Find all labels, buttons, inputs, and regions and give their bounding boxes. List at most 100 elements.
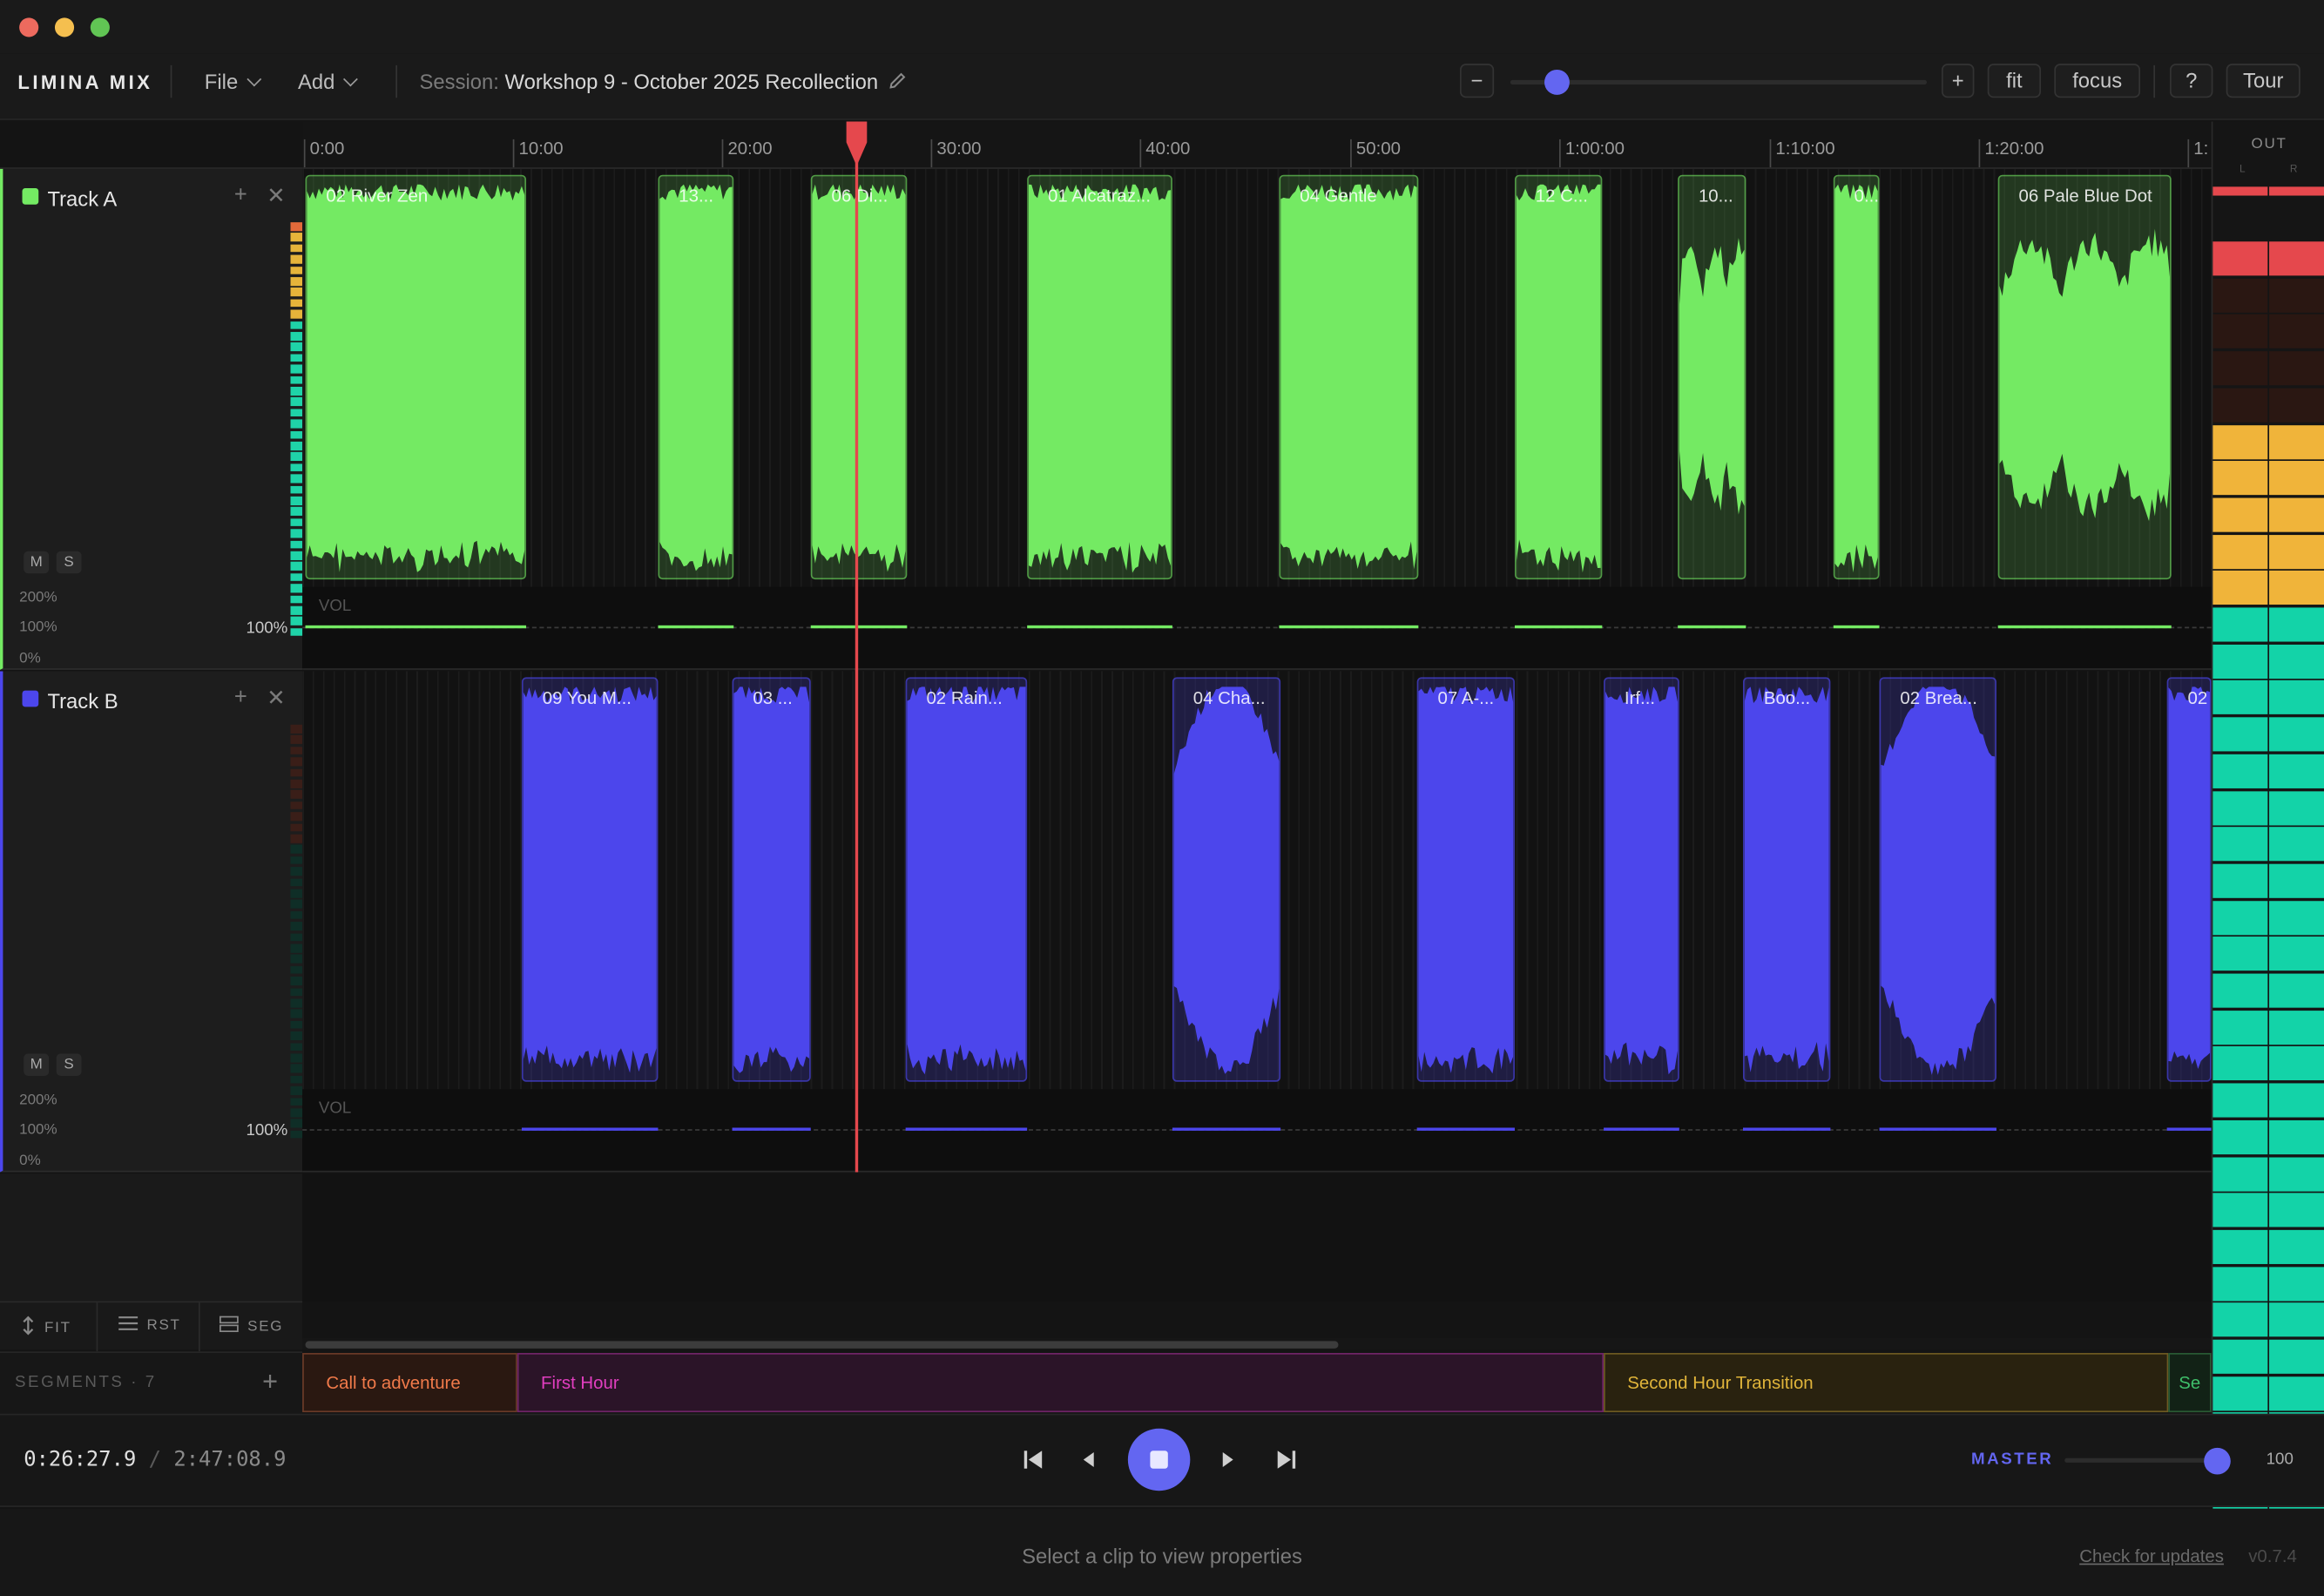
add-clip-icon[interactable]: +	[234, 685, 247, 710]
close-window-button[interactable]	[19, 17, 39, 37]
volume-envelope[interactable]	[302, 625, 2212, 630]
volume-segment[interactable]	[905, 1127, 1028, 1131]
mute-button[interactable]: M	[24, 551, 50, 574]
close-icon[interactable]: ✕	[267, 685, 285, 712]
timeline-ruler[interactable]: 0:00 10:00 20:00 30:00 40:00 50:00 1:00:00 1:10…	[302, 121, 2212, 169]
skip-to-end-icon[interactable]	[1274, 1448, 1297, 1471]
zoom-slider-handle[interactable]	[1544, 69, 1570, 95]
volume-segment[interactable]	[1833, 625, 1880, 629]
volume-segment[interactable]	[1514, 625, 1603, 629]
audio-clip[interactable]: 0...	[1833, 174, 1880, 580]
segment-second-hour-transition[interactable]: Second Hour Transition	[1604, 1353, 2169, 1413]
file-menu[interactable]: File	[205, 70, 261, 93]
segment-call-to-adventure[interactable]: Call to adventure	[302, 1353, 517, 1413]
volume-segment[interactable]	[1879, 1127, 1996, 1131]
volume-segment[interactable]	[732, 1127, 811, 1131]
volume-segment[interactable]	[521, 1127, 659, 1131]
track-lane-a[interactable]: 02 River Zen 13... 06 Di... 01 Alcatraz... 0…	[302, 168, 2212, 587]
zoom-slider[interactable]	[1510, 79, 1927, 85]
mute-button[interactable]: M	[24, 1053, 50, 1076]
timeline-empty-area[interactable]	[302, 1173, 2212, 1302]
track-lane-b[interactable]: 09 You M... 03 ... 02 Rain... 04 Cha... 07 A…	[302, 671, 2212, 1090]
solo-button[interactable]: S	[56, 551, 82, 574]
add-menu[interactable]: Add	[298, 70, 358, 93]
volume-segment[interactable]	[1279, 625, 1419, 629]
volume-segment[interactable]	[1742, 1127, 1831, 1131]
audio-clip[interactable]: 03 ...	[732, 677, 811, 1082]
stop-button[interactable]	[1127, 1428, 1191, 1491]
track-header-a[interactable]: Track A + ✕ M S 200% 100% 0% 100%	[0, 168, 304, 670]
track-name[interactable]: Track A	[47, 186, 117, 210]
solo-button[interactable]: S	[56, 1053, 82, 1076]
output-meter-cell-left	[2213, 973, 2268, 1008]
output-meter-cell-left	[2213, 1266, 2268, 1301]
audio-clip[interactable]: Boo...	[1742, 677, 1831, 1082]
audio-clip[interactable]: 06 Di...	[810, 174, 908, 580]
zoom-in-button[interactable]: +	[1942, 64, 1975, 98]
volume-segment[interactable]	[1997, 625, 2172, 629]
help-button[interactable]: ?	[2170, 64, 2213, 98]
audio-clip[interactable]: 12 C...	[1514, 174, 1603, 580]
gain-scale-high: 200%	[19, 1092, 57, 1109]
playhead[interactable]	[855, 121, 859, 1173]
minimize-window-button[interactable]	[54, 17, 75, 37]
tour-button[interactable]: Tour	[2226, 64, 2300, 98]
clip-label: 02 Brea...	[1900, 687, 1977, 709]
reset-lanes-button[interactable]: RST	[118, 1316, 180, 1334]
master-volume-handle[interactable]	[2204, 1447, 2231, 1475]
step-back-icon[interactable]	[1080, 1450, 1097, 1471]
audio-clip[interactable]: 04 Cha...	[1172, 677, 1281, 1082]
add-clip-icon[interactable]: +	[234, 182, 247, 207]
audio-clip[interactable]: 02	[2166, 677, 2212, 1082]
segment-first-hour[interactable]: First Hour	[517, 1353, 1605, 1413]
volume-segment[interactable]	[658, 625, 734, 629]
volume-segment[interactable]	[1604, 1127, 1679, 1131]
audio-clip[interactable]: 02 Rain...	[905, 677, 1028, 1082]
volume-segment[interactable]	[1027, 625, 1172, 629]
audio-clip[interactable]: 09 You M...	[521, 677, 659, 1082]
volume-envelope[interactable]	[302, 1127, 2212, 1132]
waveform	[1418, 686, 1514, 1074]
volume-segment[interactable]	[810, 625, 908, 629]
volume-lane-a[interactable]: VOL	[302, 586, 2212, 670]
add-segment-button[interactable]: +	[262, 1366, 278, 1397]
volume-segment[interactable]	[1172, 1127, 1281, 1131]
check-updates-link[interactable]: Check for updates	[2079, 1545, 2224, 1566]
close-icon[interactable]: ✕	[267, 182, 285, 209]
track-name[interactable]: Track B	[47, 689, 118, 713]
output-meter-cell-left	[2213, 680, 2268, 715]
audio-clip[interactable]: 13...	[658, 174, 734, 580]
volume-lane-b[interactable]: VOL	[302, 1089, 2212, 1173]
fit-button[interactable]: fit	[1987, 64, 2042, 98]
audio-clip[interactable]: 02 Brea...	[1879, 677, 1996, 1082]
volume-segment[interactable]	[1416, 1127, 1515, 1131]
left-peak-hold	[2213, 186, 2268, 196]
audio-clip[interactable]: 07 A-...	[1416, 677, 1515, 1082]
audio-clip[interactable]: Irf...	[1604, 677, 1679, 1082]
volume-segment[interactable]	[1678, 625, 1746, 629]
focus-button[interactable]: focus	[2054, 64, 2141, 98]
audio-clip[interactable]: 04 Gentle	[1279, 174, 1419, 580]
skip-to-start-icon[interactable]	[1023, 1448, 1045, 1471]
waveform	[2168, 686, 2210, 1069]
audio-clip[interactable]: 01 Alcatraz...	[1027, 174, 1172, 580]
divider	[170, 64, 172, 98]
zoom-out-button[interactable]: −	[1460, 64, 1495, 98]
master-volume-slider[interactable]	[2064, 1457, 2225, 1463]
track-header-b[interactable]: Track B + ✕ M S 200% 100% 0% 100%	[0, 671, 304, 1173]
audio-clip[interactable]: 02 River Zen	[305, 174, 527, 580]
zoom-window-button[interactable]	[90, 17, 110, 37]
audio-clip[interactable]: 06 Pale Blue Dot	[1997, 174, 2172, 580]
volume-segment[interactable]	[305, 625, 527, 629]
stop-icon	[1150, 1451, 1168, 1469]
volume-segment[interactable]	[2166, 1127, 2212, 1131]
playhead-marker-icon[interactable]	[846, 121, 868, 166]
output-meter-cell-left	[2213, 790, 2268, 825]
horizontal-scrollbar-thumb[interactable]	[305, 1341, 1339, 1349]
segments-toggle-button[interactable]: SEG	[219, 1315, 283, 1336]
segment-partial[interactable]: Se	[2168, 1353, 2212, 1413]
pencil-icon[interactable]	[888, 71, 908, 91]
audio-clip[interactable]: 10...	[1678, 174, 1746, 580]
fit-height-button[interactable]: FIT	[21, 1315, 71, 1336]
step-forward-icon[interactable]	[1219, 1450, 1236, 1471]
